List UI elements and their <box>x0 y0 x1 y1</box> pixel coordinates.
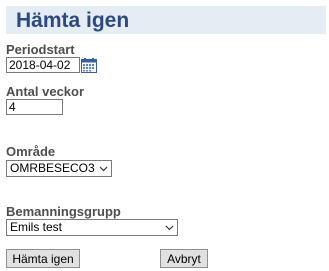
omrade-select[interactable]: OMRBESECO3 <box>6 160 112 177</box>
page-title: Hämta igen <box>16 9 130 32</box>
fetch-again-button[interactable]: Hämta igen <box>6 249 80 268</box>
antal-veckor-input[interactable]: 4 <box>6 99 63 115</box>
bemanningsgrupp-label: Bemanningsgrupp <box>6 204 121 219</box>
antal-veckor-label: Antal veckor <box>6 84 85 99</box>
periodstart-label: Periodstart <box>6 42 75 57</box>
page-header: Hämta igen <box>6 6 326 34</box>
cancel-button[interactable]: Avbryt <box>160 249 208 268</box>
bemanningsgrupp-selected-value: Emils test <box>10 220 63 234</box>
periodstart-input[interactable]: 2018-04-02 <box>6 57 80 73</box>
omrade-label: Område <box>6 144 56 159</box>
bemanningsgrupp-select[interactable]: Emils test <box>6 219 178 236</box>
omrade-selected-value: OMRBESECO3 <box>10 161 95 175</box>
chevron-down-icon <box>99 166 108 172</box>
chevron-down-icon <box>165 225 174 231</box>
calendar-icon[interactable] <box>81 58 97 73</box>
